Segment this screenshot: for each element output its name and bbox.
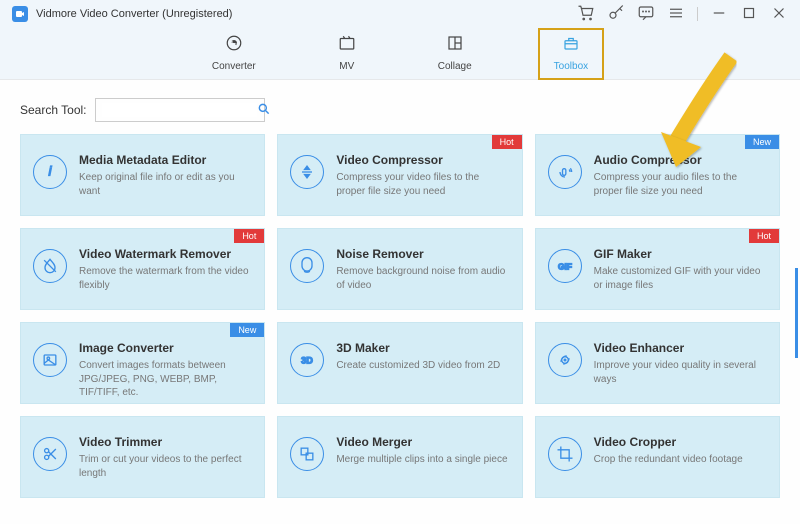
card-title: Video Enhancer bbox=[594, 341, 767, 355]
svg-text:i: i bbox=[49, 163, 53, 178]
card-body: 3D Maker Create customized 3D video from … bbox=[336, 341, 509, 373]
audio-icon bbox=[548, 155, 582, 189]
feedback-icon[interactable] bbox=[637, 4, 655, 25]
tab-label: Collage bbox=[438, 61, 472, 72]
tab-label: Toolbox bbox=[554, 61, 588, 72]
crop-icon bbox=[548, 437, 582, 471]
tool-card-video-compressor[interactable]: Hot Video Compressor Compress your video f… bbox=[277, 134, 522, 216]
tab-converter[interactable]: Converter bbox=[196, 28, 272, 80]
tool-card-video-enhancer[interactable]: Video Enhancer Improve your video quality… bbox=[535, 322, 780, 404]
card-desc: Merge multiple clips into a single piece bbox=[336, 453, 509, 467]
card-title: 3D Maker bbox=[336, 341, 509, 355]
watermark-icon bbox=[33, 249, 67, 283]
badge-hot: Hot bbox=[749, 229, 779, 243]
toolbox-icon bbox=[562, 34, 580, 57]
mv-icon bbox=[338, 34, 356, 57]
tool-card-media-metadata-editor[interactable]: i Media Metadata Editor Keep original file… bbox=[20, 134, 265, 216]
card-body: Video Watermark Remover Remove the waterm… bbox=[79, 247, 252, 292]
gif-icon: GIF bbox=[548, 249, 582, 283]
collage-icon bbox=[446, 34, 464, 57]
info-icon: i bbox=[33, 155, 67, 189]
tool-grid: i Media Metadata Editor Keep original file… bbox=[0, 134, 800, 524]
noise-icon bbox=[290, 249, 324, 283]
tool-card-noise-remover[interactable]: Noise Remover Remove background noise fro… bbox=[277, 228, 522, 310]
card-desc: Make customized GIF with your video or i… bbox=[594, 265, 767, 292]
card-body: Video Merger Merge multiple clips into a … bbox=[336, 435, 509, 467]
tool-card-video-merger[interactable]: Video Merger Merge multiple clips into a … bbox=[277, 416, 522, 498]
card-title: Audio Compressor bbox=[594, 153, 767, 167]
card-body: Media Metadata Editor Keep original file … bbox=[79, 153, 252, 198]
tab-collage[interactable]: Collage bbox=[422, 28, 488, 80]
divider bbox=[697, 7, 698, 21]
tool-card-3d-maker[interactable]: 3D 3D Maker Create customized 3D video fro… bbox=[277, 322, 522, 404]
card-title: Video Watermark Remover bbox=[79, 247, 252, 261]
search-input[interactable] bbox=[102, 103, 257, 117]
main-tabs: Converter MV Collage Toolbox bbox=[0, 28, 800, 80]
search-label: Search Tool: bbox=[20, 103, 87, 117]
compress-icon bbox=[290, 155, 324, 189]
card-body: GIF Maker Make customized GIF with your v… bbox=[594, 247, 767, 292]
cart-icon[interactable] bbox=[577, 4, 595, 25]
card-desc: Trim or cut your videos to the perfect l… bbox=[79, 453, 252, 480]
card-desc: Crop the redundant video footage bbox=[594, 453, 767, 467]
close-button[interactable] bbox=[770, 4, 788, 25]
card-title: Noise Remover bbox=[336, 247, 509, 261]
card-desc: Remove background noise from audio of vi… bbox=[336, 265, 509, 292]
badge-new: New bbox=[230, 323, 264, 337]
card-title: GIF Maker bbox=[594, 247, 767, 261]
tab-label: Converter bbox=[212, 61, 256, 72]
menu-icon[interactable] bbox=[667, 4, 685, 25]
tab-toolbox[interactable]: Toolbox bbox=[538, 28, 604, 80]
search-icon[interactable] bbox=[257, 102, 271, 119]
app-title: Vidmore Video Converter (Unregistered) bbox=[36, 8, 232, 20]
card-title: Video Trimmer bbox=[79, 435, 252, 449]
card-body: Video Enhancer Improve your video quality… bbox=[594, 341, 767, 386]
card-body: Image Converter Convert images formats be… bbox=[79, 341, 252, 400]
scroll-indicator[interactable] bbox=[795, 268, 798, 358]
image-icon bbox=[33, 343, 67, 377]
card-desc: Keep original file info or edit as you w… bbox=[79, 171, 252, 198]
title-bar: Vidmore Video Converter (Unregistered) bbox=[0, 0, 800, 28]
tab-mv[interactable]: MV bbox=[322, 28, 372, 80]
merge-icon bbox=[290, 437, 324, 471]
tool-card-gif-maker[interactable]: Hot GIF GIF Maker Make customized GIF with … bbox=[535, 228, 780, 310]
trim-icon bbox=[33, 437, 67, 471]
card-desc: Remove the watermark from the video flex… bbox=[79, 265, 252, 292]
card-body: Noise Remover Remove background noise fro… bbox=[336, 247, 509, 292]
3d-icon: 3D bbox=[290, 343, 324, 377]
card-body: Video Trimmer Trim or cut your videos to … bbox=[79, 435, 252, 480]
card-desc: Convert images formats between JPG/JPEG,… bbox=[79, 359, 252, 400]
card-title: Video Cropper bbox=[594, 435, 767, 449]
tab-label: MV bbox=[339, 61, 354, 72]
svg-text:GIF: GIF bbox=[558, 261, 572, 271]
card-title: Video Merger bbox=[336, 435, 509, 449]
tool-card-video-cropper[interactable]: Video Cropper Crop the redundant video fo… bbox=[535, 416, 780, 498]
minimize-button[interactable] bbox=[710, 4, 728, 25]
card-title: Video Compressor bbox=[336, 153, 509, 167]
search-row: Search Tool: bbox=[0, 80, 800, 134]
tool-card-audio-compressor[interactable]: New Audio Compressor Compress your audio f… bbox=[535, 134, 780, 216]
card-desc: Improve your video quality in several wa… bbox=[594, 359, 767, 386]
app-logo-icon bbox=[12, 6, 28, 22]
tool-card-video-trimmer[interactable]: Video Trimmer Trim or cut your videos to … bbox=[20, 416, 265, 498]
card-body: Audio Compressor Compress your audio file… bbox=[594, 153, 767, 198]
card-body: Video Cropper Crop the redundant video fo… bbox=[594, 435, 767, 467]
key-icon[interactable] bbox=[607, 4, 625, 25]
card-desc: Compress your audio files to the proper … bbox=[594, 171, 767, 198]
badge-hot: Hot bbox=[234, 229, 264, 243]
card-body: Video Compressor Compress your video file… bbox=[336, 153, 509, 198]
converter-icon bbox=[225, 34, 243, 57]
card-title: Image Converter bbox=[79, 341, 252, 355]
card-title: Media Metadata Editor bbox=[79, 153, 252, 167]
card-desc: Compress your video files to the proper … bbox=[336, 171, 509, 198]
badge-new: New bbox=[745, 135, 779, 149]
card-desc: Create customized 3D video from 2D bbox=[336, 359, 509, 373]
enhance-icon bbox=[548, 343, 582, 377]
svg-text:3D: 3D bbox=[301, 355, 313, 365]
tool-card-image-converter[interactable]: New Image Converter Convert images formats… bbox=[20, 322, 265, 404]
maximize-button[interactable] bbox=[740, 4, 758, 25]
tool-card-video-watermark-remover[interactable]: Hot Video Watermark Remover Remove the wat… bbox=[20, 228, 265, 310]
search-box[interactable] bbox=[95, 98, 265, 122]
badge-hot: Hot bbox=[492, 135, 522, 149]
